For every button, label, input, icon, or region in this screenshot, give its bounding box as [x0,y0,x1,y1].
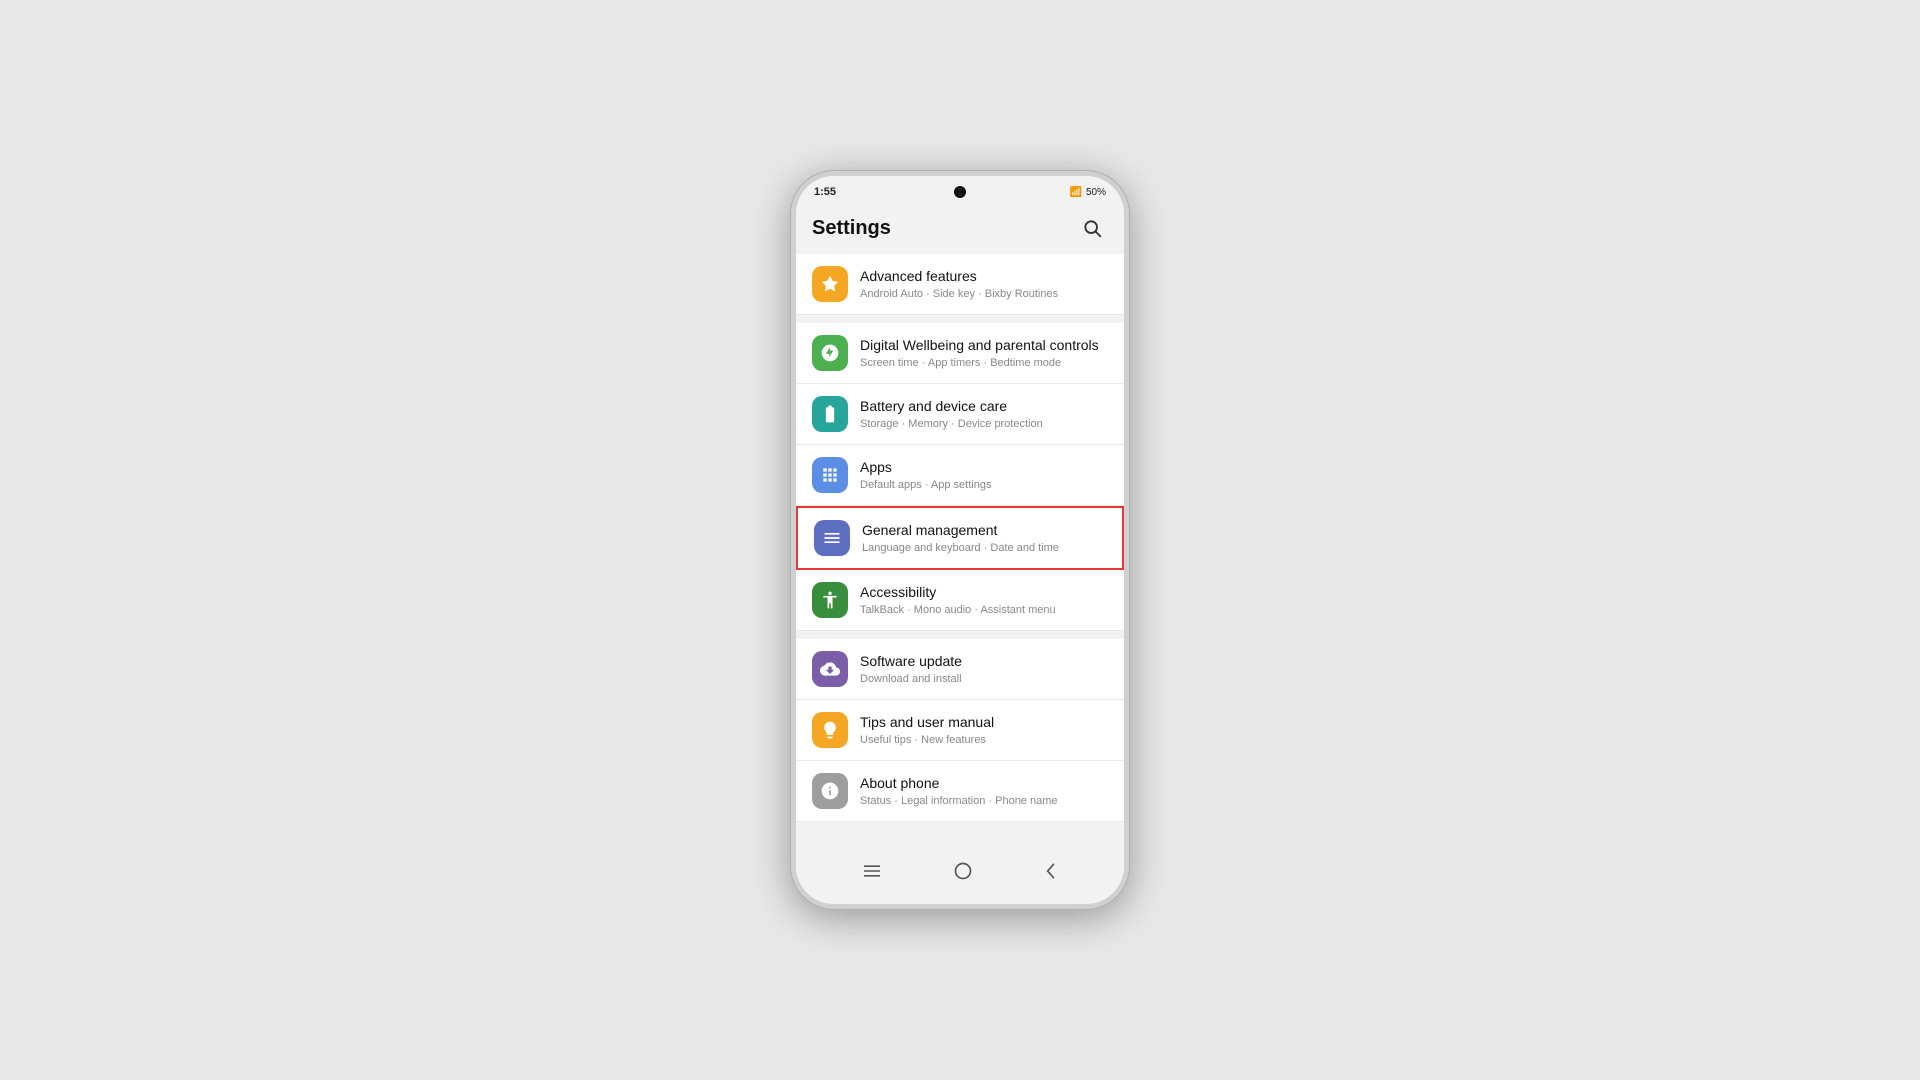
general-management-title: General management [862,521,1106,539]
accessibility-icon [812,582,848,618]
software-update-text: Software update Download and install [860,652,1108,686]
wifi-icon: 📶 [1070,187,1082,198]
settings-item-accessibility[interactable]: Accessibility TalkBack · Mono audio · As… [796,570,1124,631]
bottom-nav [796,847,1124,904]
digital-wellbeing-title: Digital Wellbeing and parental controls [860,336,1108,354]
software-update-icon [812,651,848,687]
apps-title: Apps [860,458,1108,476]
advanced-features-text: Advanced features Android Auto · Side ke… [860,267,1108,301]
phone-screen: 1:55 📶 50% Settings [796,176,1124,904]
divider-2 [796,631,1124,639]
back-button[interactable] [1036,857,1066,890]
general-management-text: General management Language and keyboard… [862,521,1106,555]
apps-icon [812,457,848,493]
recents-button[interactable] [854,859,890,888]
status-icons: 📶 50% [1070,187,1106,198]
accessibility-subtitle: TalkBack · Mono audio · Assistant menu [860,603,1108,617]
software-update-subtitle: Download and install [860,672,1108,686]
settings-item-digital-wellbeing[interactable]: Digital Wellbeing and parental controls … [796,323,1124,384]
digital-wellbeing-text: Digital Wellbeing and parental controls … [860,336,1108,370]
about-phone-icon [812,773,848,809]
app-header: Settings [796,204,1124,254]
digital-wellbeing-icon [812,335,848,371]
apps-text: Apps Default apps · App settings [860,458,1108,492]
settings-item-general-management[interactable]: General management Language and keyboard… [796,506,1124,570]
settings-item-tips[interactable]: Tips and user manual Useful tips · New f… [796,700,1124,761]
about-phone-text: About phone Status · Legal information ·… [860,774,1108,808]
settings-item-about-phone[interactable]: About phone Status · Legal information ·… [796,761,1124,822]
general-management-icon [814,520,850,556]
about-phone-subtitle: Status · Legal information · Phone name [860,794,1108,808]
about-phone-title: About phone [860,774,1108,792]
app-title: Settings [812,217,891,240]
battery-text: Battery and device care Storage · Memory… [860,397,1108,431]
settings-item-battery[interactable]: Battery and device care Storage · Memory… [796,384,1124,445]
camera-notch [954,186,966,198]
divider-1 [796,315,1124,323]
battery-title: Battery and device care [860,397,1108,415]
accessibility-text: Accessibility TalkBack · Mono audio · As… [860,583,1108,617]
tips-subtitle: Useful tips · New features [860,733,1108,747]
tips-title: Tips and user manual [860,713,1108,731]
home-button[interactable] [945,857,981,890]
settings-item-apps[interactable]: Apps Default apps · App settings [796,445,1124,506]
settings-list: Advanced features Android Auto · Side ke… [796,254,1124,847]
advanced-features-icon [812,266,848,302]
advanced-features-subtitle: Android Auto · Side key · Bixby Routines [860,287,1108,301]
general-management-subtitle: Language and keyboard · Date and time [862,541,1106,555]
battery-subtitle: Storage · Memory · Device protection [860,417,1108,431]
digital-wellbeing-subtitle: Screen time · App timers · Bedtime mode [860,356,1108,370]
status-time: 1:55 [814,186,836,198]
tips-icon [812,712,848,748]
battery-icon: 50% [1086,187,1106,198]
apps-subtitle: Default apps · App settings [860,478,1108,492]
settings-item-software-update[interactable]: Software update Download and install [796,639,1124,700]
settings-item-advanced-features[interactable]: Advanced features Android Auto · Side ke… [796,254,1124,315]
tips-text: Tips and user manual Useful tips · New f… [860,713,1108,747]
accessibility-title: Accessibility [860,583,1108,601]
software-update-title: Software update [860,652,1108,670]
battery-icon-item [812,396,848,432]
advanced-features-title: Advanced features [860,267,1108,285]
phone-frame: 1:55 📶 50% Settings [790,170,1130,910]
search-button[interactable] [1076,212,1108,244]
